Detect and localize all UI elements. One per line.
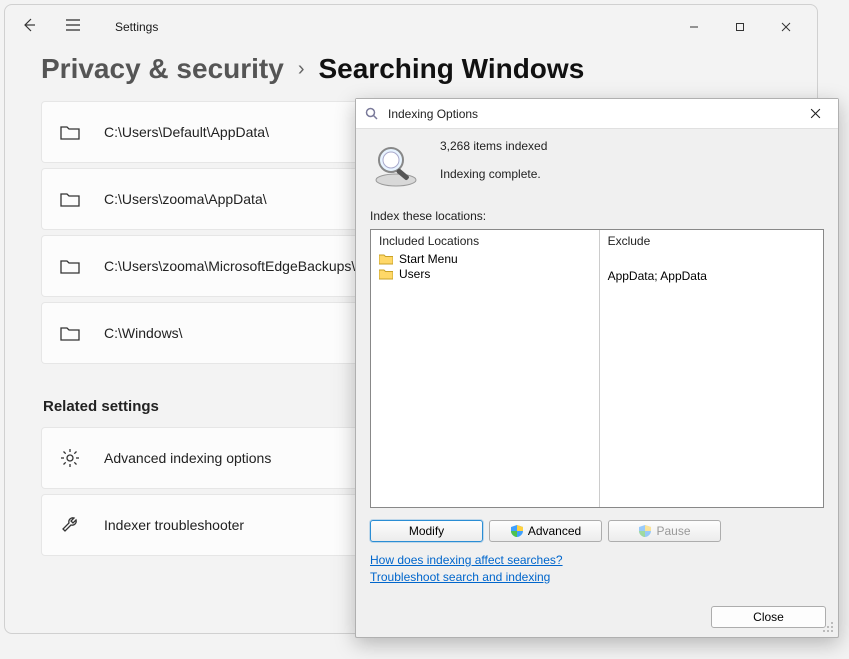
folder-icon: [60, 191, 82, 207]
included-location-item[interactable]: Start Menu: [379, 252, 591, 266]
included-column-header: Included Locations: [379, 234, 591, 248]
modify-button[interactable]: Modify: [370, 520, 483, 542]
items-indexed-count: 3,268 items indexed: [440, 139, 547, 153]
search-icon: [364, 106, 380, 122]
folder-icon: [379, 253, 393, 265]
minimize-button[interactable]: [671, 11, 717, 43]
titlebar: Settings: [5, 5, 817, 49]
resize-grip-icon[interactable]: [823, 622, 835, 634]
magnifier-icon: [370, 139, 422, 191]
folder-icon: [60, 258, 82, 274]
dialog-titlebar: Indexing Options: [356, 99, 838, 129]
chevron-right-icon: ›: [298, 58, 305, 81]
folder-icon: [60, 124, 82, 140]
advanced-button[interactable]: Advanced: [489, 520, 602, 542]
locations-subheader: Index these locations:: [370, 209, 824, 223]
hamburger-menu-icon[interactable]: [61, 18, 85, 37]
close-button[interactable]: [763, 11, 809, 43]
location-name: Users: [399, 267, 430, 281]
page-title: Searching Windows: [318, 53, 584, 85]
exclude-column-header: Exclude: [608, 234, 815, 248]
folder-icon: [60, 325, 82, 341]
exclude-value: AppData; AppData: [608, 269, 815, 283]
indexing-options-dialog: Indexing Options 3,268 items indexed Ind…: [355, 98, 839, 638]
how-indexing-link[interactable]: How does indexing affect searches?: [370, 553, 824, 567]
pause-button-label: Pause: [656, 524, 690, 538]
folder-icon: [379, 268, 393, 280]
pause-button: Pause: [608, 520, 721, 542]
related-item-label: Indexer troubleshooter: [104, 517, 244, 533]
breadcrumb-parent[interactable]: Privacy & security: [41, 53, 284, 85]
maximize-button[interactable]: [717, 11, 763, 43]
app-title: Settings: [115, 20, 158, 34]
dialog-title: Indexing Options: [388, 107, 478, 121]
dialog-close-button[interactable]: [800, 106, 830, 122]
gear-icon: [60, 448, 82, 468]
shield-icon: [638, 524, 652, 538]
related-item-label: Advanced indexing options: [104, 450, 271, 466]
locations-list[interactable]: Included Locations Start Menu Users Excl…: [370, 229, 824, 508]
close-dialog-button[interactable]: Close: [711, 606, 826, 628]
advanced-button-label: Advanced: [528, 524, 581, 538]
folder-path: C:\Users\Default\AppData\: [104, 124, 269, 140]
wrench-icon: [60, 515, 82, 535]
folder-path: C:\Users\zooma\AppData\: [104, 191, 267, 207]
indexing-status: Indexing complete.: [440, 167, 547, 181]
location-name: Start Menu: [399, 252, 458, 266]
breadcrumb: Privacy & security › Searching Windows: [5, 49, 817, 101]
back-button[interactable]: [13, 17, 45, 38]
included-location-item[interactable]: Users: [379, 267, 591, 281]
exclude-value: [608, 252, 815, 268]
folder-path: C:\Users\zooma\MicrosoftEdgeBackups\: [104, 258, 355, 274]
troubleshoot-link[interactable]: Troubleshoot search and indexing: [370, 570, 824, 584]
shield-icon: [510, 524, 524, 538]
folder-path: C:\Windows\: [104, 325, 183, 341]
